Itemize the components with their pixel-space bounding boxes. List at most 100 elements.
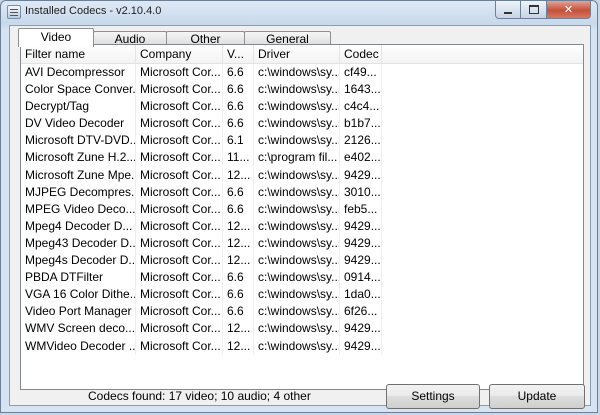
column-header-driver[interactable]: Driver [254, 45, 340, 63]
cell-filter-name: Microsoft Zune Mpe... [21, 166, 136, 184]
cell-driver: c:\windows\sy... [254, 200, 340, 218]
minimize-button[interactable] [495, 1, 521, 19]
cell-company: Microsoft Cor... [136, 269, 223, 287]
cell-codec: 1643... [340, 81, 382, 99]
cell-driver: c:\windows\sy... [254, 183, 340, 201]
cell-filter-name: Microsoft DTV-DVD... [21, 132, 136, 150]
cell-company: Microsoft Cor... [136, 303, 223, 321]
cell-company: Microsoft Cor... [136, 286, 223, 304]
client-area: Video Audio Other General Filter name Co… [9, 25, 591, 409]
table-row[interactable]: MJPEG Decompres... Microsoft Cor... 6.6 c:\… [21, 183, 583, 201]
cell-driver: c:\windows\sy... [254, 115, 340, 133]
cell-version: 11... [223, 149, 254, 167]
maximize-button[interactable] [521, 1, 547, 19]
cell-company: Microsoft Cor... [136, 200, 223, 218]
cell-company: Microsoft Cor... [136, 320, 223, 338]
cell-version: 12... [223, 166, 254, 184]
window-title: Installed Codecs - v2.10.4.0 [25, 5, 162, 17]
cell-version: 6.6 [223, 81, 254, 99]
cell-codec: cf49... [340, 64, 382, 81]
codec-list[interactable]: Filter name Company V... Driver Codec AV… [20, 44, 584, 390]
cell-driver: c:\windows\sy... [254, 269, 340, 287]
cell-filter-name: Decrypt/Tag [21, 98, 136, 116]
cell-filter-name: Color Space Conver... [21, 81, 136, 99]
cell-codec: b1b7... [340, 115, 382, 133]
cell-filter-name: VGA 16 Color Dithe... [21, 286, 136, 304]
column-header-company[interactable]: Company [136, 45, 223, 63]
cell-driver: c:\windows\sy... [254, 303, 340, 321]
column-header-version[interactable]: V... [223, 45, 254, 63]
minimize-icon [504, 11, 512, 14]
table-row[interactable]: Mpeg4s Decoder D... Microsoft Cor... 12...… [21, 252, 583, 270]
cell-version: 6.6 [223, 98, 254, 116]
cell-company: Microsoft Cor... [136, 132, 223, 150]
settings-button[interactable]: Settings [386, 384, 480, 409]
cell-filter-name: Mpeg43 Decoder D... [21, 234, 136, 252]
tab-video[interactable]: Video [18, 28, 94, 47]
cell-version: 6.6 [223, 286, 254, 304]
cell-driver: c:\windows\sy... [254, 286, 340, 304]
table-row[interactable]: PBDA DTFilter Microsoft Cor... 6.6 c:\windo… [21, 269, 583, 287]
column-header-filter-name[interactable]: Filter name [21, 45, 136, 63]
table-row[interactable]: VGA 16 Color Dithe... Microsoft Cor... 6.6… [21, 286, 583, 304]
table-row[interactable]: Decrypt/Tag Microsoft Cor... 6.6 c:\windows… [21, 98, 583, 116]
cell-company: Microsoft Cor... [136, 234, 223, 252]
cell-company: Microsoft Cor... [136, 217, 223, 235]
cell-codec: 1da0... [340, 286, 382, 304]
cell-version: 6.6 [223, 200, 254, 218]
cell-version: 12... [223, 217, 254, 235]
cell-driver: c:\windows\sy... [254, 166, 340, 184]
cell-driver: c:\windows\sy... [254, 234, 340, 252]
cell-company: Microsoft Cor... [136, 337, 223, 355]
maximize-icon [528, 5, 539, 14]
cell-version: 6.6 [223, 183, 254, 201]
table-row[interactable]: WMV Screen deco... Microsoft Cor... 12... c… [21, 320, 583, 338]
cell-codec: 9429... [340, 320, 382, 338]
cell-codec: c4c4... [340, 98, 382, 116]
close-icon: ✕ [563, 4, 574, 16]
close-button[interactable]: ✕ [547, 1, 591, 19]
cell-codec: 9429... [340, 166, 382, 184]
cell-filter-name: AVI Decompressor [21, 64, 136, 81]
cell-codec: 9429... [340, 337, 382, 355]
cell-codec: 9429... [340, 252, 382, 270]
cell-filter-name: Mpeg4 Decoder D... [21, 217, 136, 235]
cell-filter-name: WMV Screen deco... [21, 320, 136, 338]
cell-codec: 9429... [340, 217, 382, 235]
cell-version: 6.6 [223, 303, 254, 321]
table-row[interactable]: Mpeg4 Decoder D... Microsoft Cor... 12... c… [21, 217, 583, 235]
cell-driver: c:\windows\sy... [254, 98, 340, 116]
cell-driver: c:\windows\sy... [254, 81, 340, 99]
cell-filter-name: DV Video Decoder [21, 115, 136, 133]
cell-codec: 2126... [340, 132, 382, 150]
table-row[interactable]: Microsoft DTV-DVD... Microsoft Cor... 6.1 c… [21, 132, 583, 150]
cell-codec: 3010... [340, 183, 382, 201]
table-row[interactable]: Microsoft Zune H.2... Microsoft Cor... 11.… [21, 149, 583, 167]
cell-company: Microsoft Cor... [136, 166, 223, 184]
table-row[interactable]: Video Port Manager Microsoft Cor... 6.6 c:\… [21, 303, 583, 321]
app-icon [7, 5, 21, 19]
table-row[interactable]: AVI Decompressor Microsoft Cor... 6.6 c:\wi… [21, 64, 583, 81]
table-row[interactable]: Mpeg43 Decoder D... Microsoft Cor... 12...… [21, 234, 583, 252]
cell-driver: c:\windows\sy... [254, 217, 340, 235]
caption-buttons: ✕ [495, 1, 591, 19]
cell-driver: c:\windows\sy... [254, 337, 340, 355]
title-bar[interactable]: Installed Codecs - v2.10.4.0 ✕ [1, 1, 597, 23]
table-row[interactable]: Microsoft Zune Mpe... Microsoft Cor... 12.… [21, 166, 583, 184]
cell-filter-name: Microsoft Zune H.2... [21, 149, 136, 167]
table-row[interactable]: WMVideo Decoder ... Microsoft Cor... 12...… [21, 337, 583, 355]
column-header-codec[interactable]: Codec [340, 45, 382, 63]
cell-company: Microsoft Cor... [136, 64, 223, 81]
cell-company: Microsoft Cor... [136, 252, 223, 270]
cell-codec: 6f26... [340, 303, 382, 321]
table-row[interactable]: DV Video Decoder Microsoft Cor... 6.6 c:\wi… [21, 115, 583, 133]
cell-filter-name: Video Port Manager [21, 303, 136, 321]
cell-codec: feb5... [340, 200, 382, 218]
app-window: Installed Codecs - v2.10.4.0 ✕ Video Aud… [0, 0, 598, 413]
update-button[interactable]: Update [489, 384, 585, 409]
status-text: Codecs found: 17 video; 10 audio; 4 othe… [88, 389, 311, 403]
cell-filter-name: PBDA DTFilter [21, 269, 136, 287]
table-row[interactable]: Color Space Conver... Microsoft Cor... 6.6… [21, 81, 583, 99]
cell-driver: c:\windows\sy... [254, 320, 340, 338]
table-row[interactable]: MPEG Video Deco... Microsoft Cor... 6.6 c:\… [21, 200, 583, 218]
